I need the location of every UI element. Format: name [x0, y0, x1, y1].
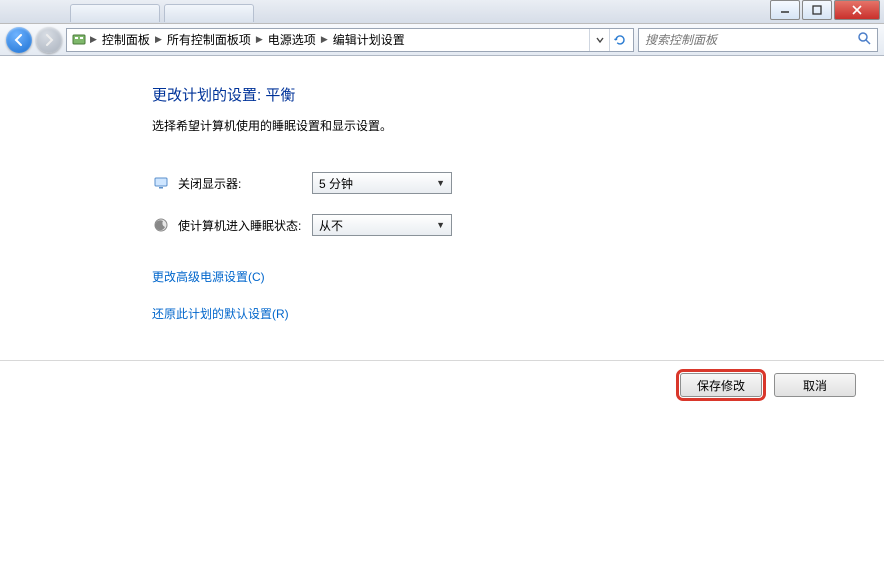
page-subtext: 选择希望计算机使用的睡眠设置和显示设置。 [152, 117, 744, 134]
setting-row-sleep: 使计算机进入睡眠状态: 从不 ▼ [152, 214, 744, 236]
restore-defaults-link[interactable]: 还原此计划的默认设置(R) [152, 305, 744, 322]
chevron-right-icon: ▶ [154, 34, 163, 45]
display-icon [152, 174, 170, 192]
chevron-right-icon: ▶ [320, 34, 329, 45]
display-off-dropdown[interactable]: 5 分钟 ▼ [312, 172, 452, 194]
title-bar [0, 0, 884, 24]
content-area: 更改计划的设置: 平衡 选择希望计算机使用的睡眠设置和显示设置。 关闭显示器: … [0, 56, 884, 575]
back-button[interactable] [6, 27, 32, 53]
search-box[interactable] [638, 28, 878, 52]
sleep-value: 从不 [319, 217, 343, 234]
refresh-button[interactable] [609, 29, 629, 51]
save-button[interactable]: 保存修改 [680, 373, 762, 397]
search-icon[interactable] [857, 31, 871, 48]
window-controls [768, 0, 880, 24]
sleep-label: 使计算机进入睡眠状态: [178, 217, 312, 234]
address-dropdown-button[interactable] [589, 29, 609, 51]
chevron-right-icon: ▶ [89, 34, 98, 45]
breadcrumb-item[interactable]: 控制面板 [100, 31, 152, 48]
display-off-label: 关闭显示器: [178, 175, 312, 192]
browser-tab[interactable] [70, 4, 160, 22]
page-heading: 更改计划的设置: 平衡 [152, 84, 744, 105]
breadcrumb-item[interactable]: 编辑计划设置 [331, 31, 407, 48]
advanced-power-link[interactable]: 更改高级电源设置(C) [152, 268, 744, 285]
breadcrumb-item[interactable]: 所有控制面板项 [165, 31, 253, 48]
chevron-right-icon: ▶ [255, 34, 264, 45]
close-button[interactable] [834, 0, 880, 20]
tab-strip [70, 4, 254, 22]
nav-bar: ▶ 控制面板 ▶ 所有控制面板项 ▶ 电源选项 ▶ 编辑计划设置 [0, 24, 884, 56]
links: 更改高级电源设置(C) 还原此计划的默认设置(R) [152, 268, 744, 322]
button-bar: 保存修改 取消 [0, 360, 884, 397]
display-off-value: 5 分钟 [319, 175, 353, 192]
control-panel-icon [71, 32, 87, 48]
chevron-down-icon: ▼ [436, 220, 445, 230]
cancel-button[interactable]: 取消 [774, 373, 856, 397]
maximize-button[interactable] [802, 0, 832, 20]
browser-tab[interactable] [164, 4, 254, 22]
sleep-dropdown[interactable]: 从不 ▼ [312, 214, 452, 236]
forward-button[interactable] [36, 27, 62, 53]
address-bar[interactable]: ▶ 控制面板 ▶ 所有控制面板项 ▶ 电源选项 ▶ 编辑计划设置 [66, 28, 634, 52]
sleep-icon [152, 216, 170, 234]
window: ▶ 控制面板 ▶ 所有控制面板项 ▶ 电源选项 ▶ 编辑计划设置 [0, 0, 884, 575]
minimize-button[interactable] [770, 0, 800, 20]
chevron-down-icon: ▼ [436, 178, 445, 188]
setting-row-display: 关闭显示器: 5 分钟 ▼ [152, 172, 744, 194]
breadcrumb-item[interactable]: 电源选项 [266, 31, 318, 48]
search-input[interactable] [645, 33, 857, 47]
